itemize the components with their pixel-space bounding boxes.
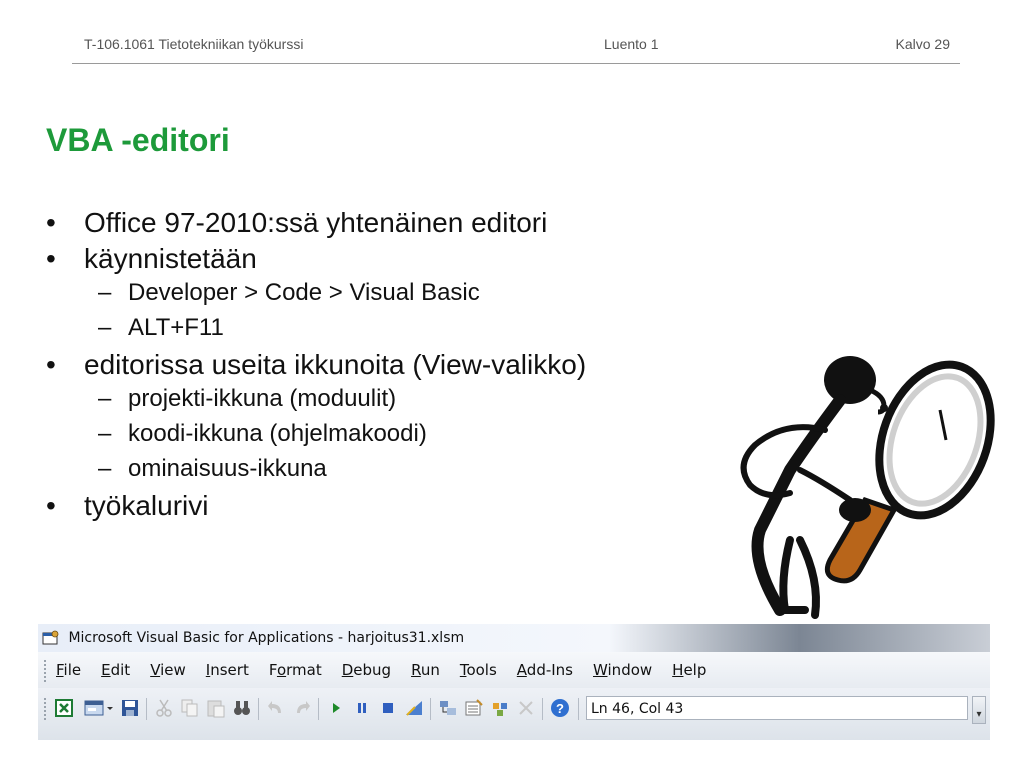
magnifier-figure-clipart — [740, 356, 995, 619]
header-slide-number: Kalvo 29 — [895, 36, 950, 52]
sub-bullet-item: – koodi-ikkuna (ohjelmakoodi) — [98, 420, 427, 447]
toolbar-grip[interactable] — [44, 698, 46, 720]
slide-title: VBA -editori — [46, 122, 230, 158]
sub-bullet-item: – projekti-ikkuna (moduulit) — [98, 385, 397, 412]
header-course: T-106.1061 Tietotekniikan työkurssi — [84, 36, 304, 52]
menu-window[interactable]: Window — [593, 652, 652, 688]
help-icon[interactable]: ? — [550, 698, 570, 718]
menu-format[interactable]: Format — [269, 652, 322, 688]
toolbar-separator — [430, 698, 431, 720]
copy-icon[interactable] — [180, 698, 200, 718]
sub-bullet-item: – ominaisuus-ikkuna — [98, 455, 327, 482]
menu-edit[interactable]: Edit — [101, 652, 130, 688]
menu-run[interactable]: Run — [411, 652, 440, 688]
vba-menu-bar: File Edit View Insert Format Debug Run Tools Add… — [38, 652, 990, 688]
vba-title-bar: Microsoft Visual Basic for Applications … — [38, 624, 990, 652]
reset-icon[interactable] — [378, 698, 398, 718]
vba-toolbar: ? Ln 46, Col 43 ▾ — [38, 688, 990, 740]
toolbar-separator — [146, 698, 147, 720]
menu-file[interactable]: File — [56, 652, 81, 688]
project-explorer-icon[interactable] — [438, 698, 458, 718]
break-icon[interactable] — [352, 698, 372, 718]
toolbar-separator — [542, 698, 543, 720]
bullet-item: • työkalurivi — [46, 490, 209, 521]
insert-form-icon[interactable] — [84, 698, 104, 718]
svg-text:?: ? — [556, 701, 564, 716]
chevron-down-icon[interactable] — [105, 698, 115, 718]
toolbar-separator — [318, 698, 319, 720]
run-icon[interactable] — [326, 698, 346, 718]
excel-icon[interactable] — [54, 698, 74, 718]
cursor-position-status: Ln 46, Col 43 — [586, 696, 968, 720]
menu-insert[interactable]: Insert — [206, 652, 249, 688]
menubar-grip[interactable] — [44, 659, 46, 682]
bullet-item: • käynnistetään — [46, 243, 257, 274]
vba-window-title: Microsoft Visual Basic for Applications … — [68, 630, 465, 646]
header-lecture: Luento 1 — [604, 36, 659, 52]
menu-tools[interactable]: Tools — [460, 652, 497, 688]
paste-icon[interactable] — [206, 698, 226, 718]
menu-help[interactable]: Help — [672, 652, 706, 688]
toolbar-separator — [258, 698, 259, 720]
object-browser-icon[interactable] — [490, 698, 510, 718]
vba-editor-screenshot: Microsoft Visual Basic for Applications … — [38, 624, 990, 740]
menu-add-ins[interactable]: Add-Ins — [517, 652, 573, 688]
sub-bullet-item: – Developer > Code > Visual Basic — [98, 279, 480, 306]
find-icon[interactable] — [232, 698, 252, 718]
sub-bullet-item: – ALT+F11 — [98, 314, 224, 341]
toolbox-icon[interactable] — [516, 698, 536, 718]
header-divider — [72, 63, 960, 64]
vba-app-icon — [42, 630, 59, 645]
toolbar-separator — [578, 698, 579, 720]
redo-icon[interactable] — [292, 698, 312, 718]
save-icon[interactable] — [120, 698, 140, 718]
menu-debug[interactable]: Debug — [342, 652, 391, 688]
menu-view[interactable]: View — [150, 652, 186, 688]
bullet-list: • Office 97-2010:ssä yhtenäinen editori •… — [46, 206, 766, 525]
design-mode-icon[interactable] — [404, 698, 424, 718]
properties-icon[interactable] — [464, 698, 484, 718]
cut-icon[interactable] — [154, 698, 174, 718]
undo-icon[interactable] — [266, 698, 286, 718]
bullet-item: • editorissa useita ikkunoita (View-valik… — [46, 349, 587, 380]
toolbar-options-button[interactable]: ▾ — [972, 696, 986, 724]
bullet-item: • Office 97-2010:ssä yhtenäinen editori — [46, 207, 548, 238]
